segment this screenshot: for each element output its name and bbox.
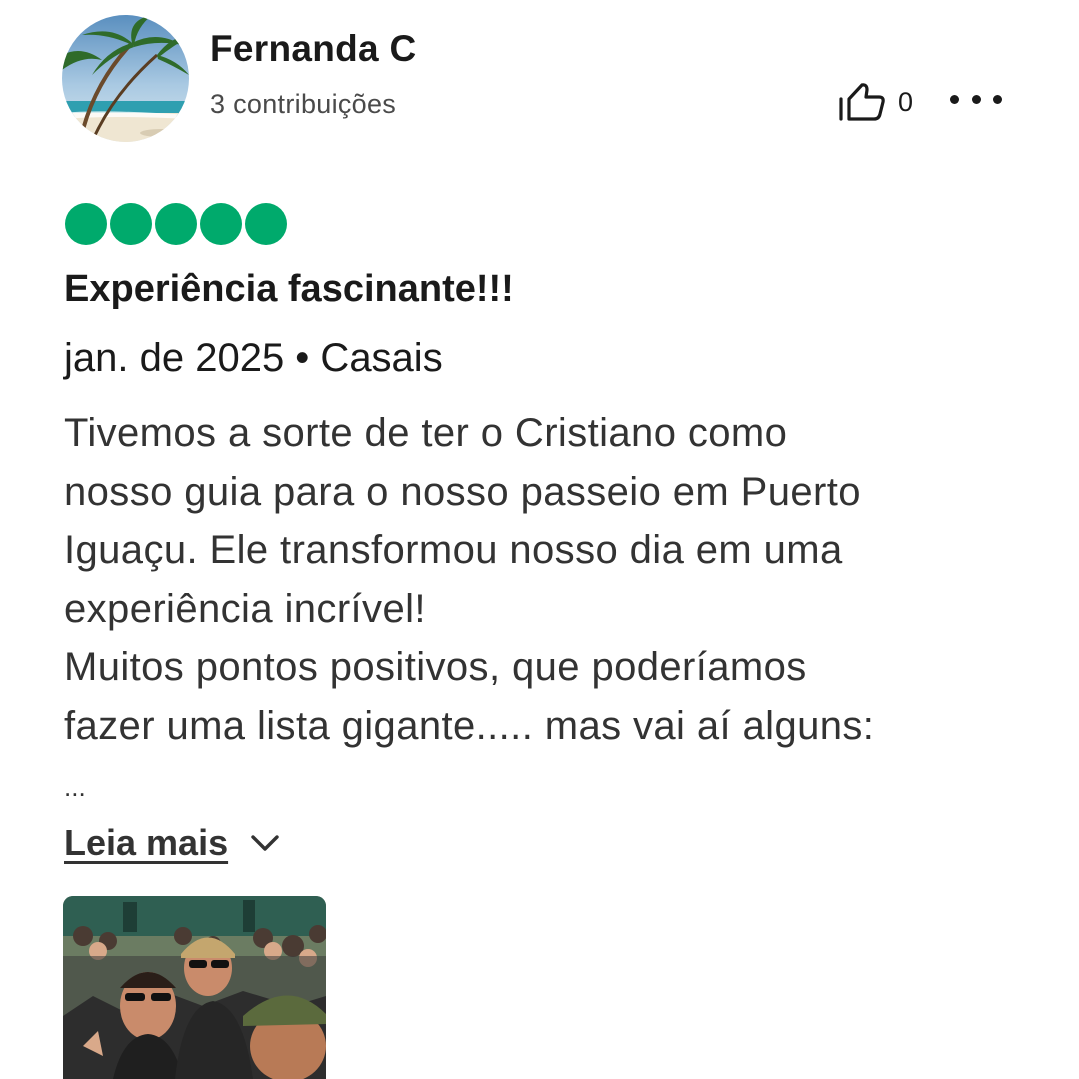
helpful-vote-count: 0	[898, 86, 914, 117]
rating-bubble-icon	[155, 203, 197, 245]
rating-bubble-icon	[110, 203, 152, 245]
thumbs-up-icon	[839, 83, 885, 121]
read-more-label: Leia mais	[64, 822, 229, 863]
more-options-icon	[950, 94, 959, 104]
truncation-ellipsis: ...	[64, 772, 86, 802]
rating-bubble-icon	[245, 203, 287, 245]
review-photo-thumbnail[interactable]	[63, 896, 326, 1079]
review-text-line: Tivemos a sorte de ter o Cristiano como	[64, 411, 788, 455]
beach-palm-avatar-icon	[62, 15, 189, 142]
review-date-and-trip-type: jan. de 2025 • Casais	[64, 336, 443, 380]
review-title: Experiência fascinante!!!	[64, 268, 514, 310]
read-more-button[interactable]: Leia mais	[64, 822, 280, 864]
more-options-dot	[993, 94, 1002, 104]
review-text: Tivemos a sorte de ter o Cristiano como …	[64, 404, 1024, 755]
review-photo-icon	[63, 896, 326, 1079]
contributions-count: 3 contribuições	[210, 89, 397, 119]
more-options-dot	[971, 94, 981, 104]
rating-bubble-icon	[200, 203, 242, 245]
more-options-button[interactable]	[950, 82, 1002, 116]
avatar[interactable]	[62, 15, 189, 142]
review-text-line: Iguaçu. Ele transformou nosso dia em uma	[64, 528, 843, 572]
review-text-line: experiência incrível!	[64, 586, 426, 631]
chevron-down-icon	[251, 835, 279, 851]
review-text-line: nosso guia para o nosso passeio em Puert…	[64, 469, 861, 514]
review-text-line: fazer uma lista gigante..... mas vai aí …	[64, 703, 875, 748]
reviewer-name[interactable]: Fernanda C	[210, 28, 417, 70]
rating-bubble-icon	[65, 203, 107, 245]
helpful-vote-button[interactable]: 0	[838, 80, 918, 124]
rating-bubbles	[65, 203, 287, 245]
review-text-line: Muitos pontos positivos, que poderíamos	[64, 645, 807, 689]
